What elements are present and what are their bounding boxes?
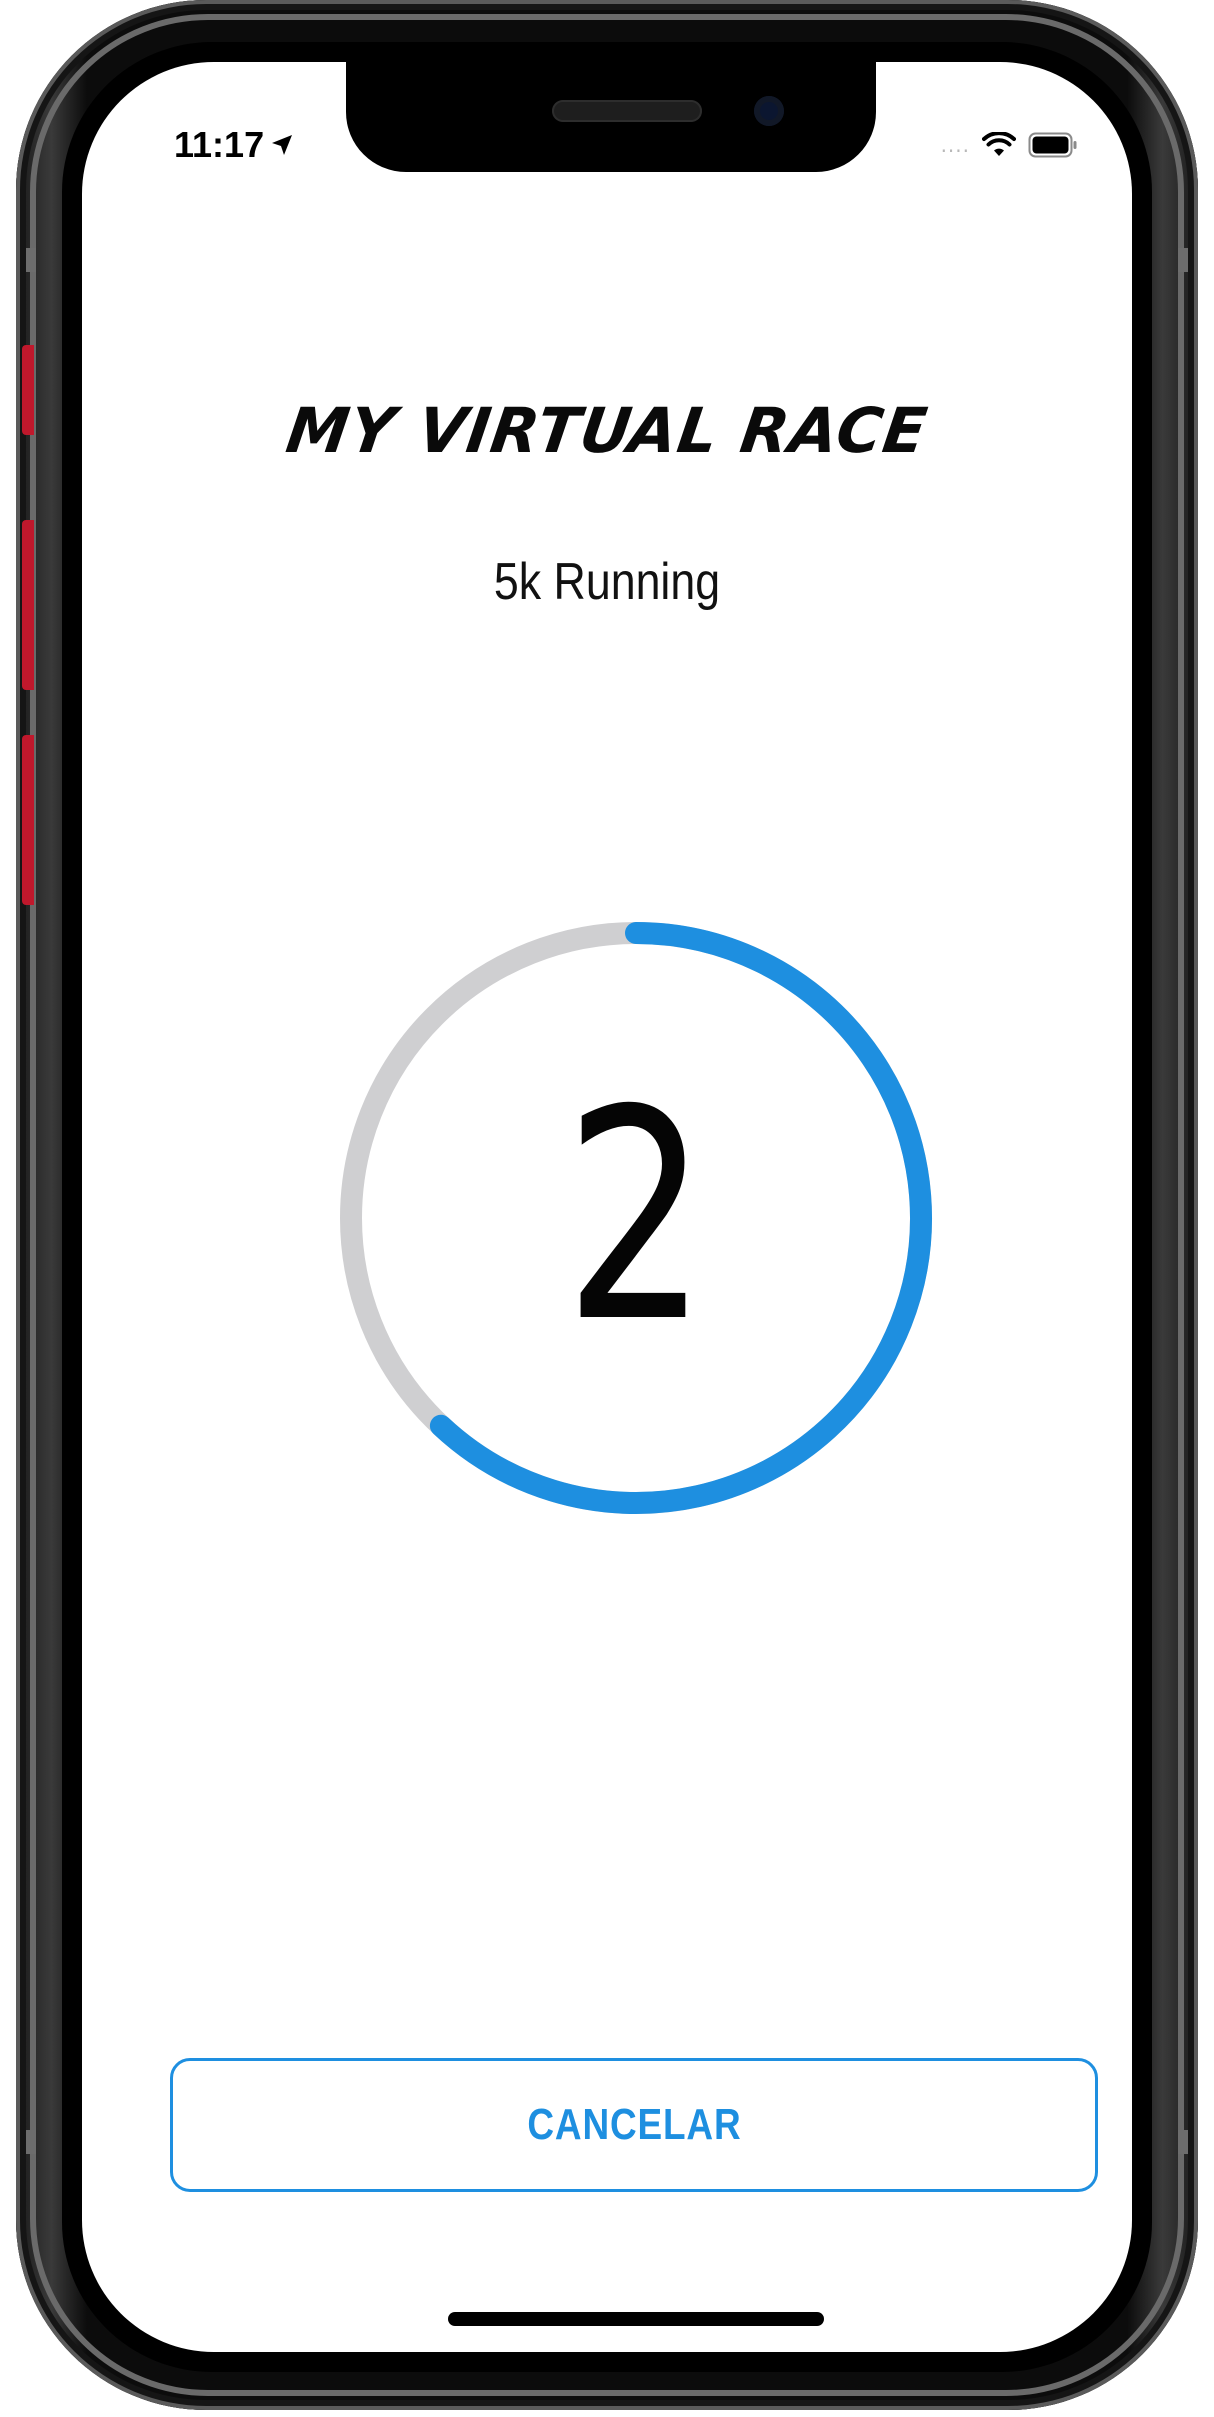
status-bar-time: 11:17 bbox=[174, 124, 294, 166]
home-indicator[interactable] bbox=[448, 2312, 824, 2326]
status-time-text: 11:17 bbox=[174, 124, 265, 165]
wifi-icon bbox=[982, 132, 1016, 156]
volume-up-button bbox=[22, 520, 34, 690]
cancel-button-label: CANCELAR bbox=[526, 2100, 742, 2149]
status-bar-indicators: .... bbox=[941, 132, 1078, 158]
location-arrow-icon bbox=[272, 135, 293, 155]
race-type-label: 5k Running bbox=[493, 553, 721, 611]
antenna-band bbox=[1178, 2130, 1188, 2154]
app-title: MY VIRTUAL RACE bbox=[281, 394, 933, 467]
signal-dots-icon: .... bbox=[940, 133, 970, 157]
notch bbox=[346, 62, 876, 172]
front-camera bbox=[754, 96, 784, 126]
device-mockup: 11:17 .... MY VIRTUAL RACE 5k Running 2 … bbox=[0, 0, 1214, 2417]
speaker-grille bbox=[552, 100, 702, 122]
mute-switch bbox=[22, 345, 34, 435]
battery-icon bbox=[1028, 132, 1077, 158]
volume-down-button bbox=[22, 735, 34, 905]
phone-frame: 11:17 .... MY VIRTUAL RACE 5k Running 2 … bbox=[16, 0, 1198, 2410]
antenna-band bbox=[26, 248, 36, 272]
antenna-band bbox=[26, 2130, 36, 2154]
app-screen: 11:17 .... MY VIRTUAL RACE 5k Running 2 … bbox=[82, 62, 1132, 2352]
countdown-number: 2 bbox=[564, 1049, 708, 1386]
antenna-band bbox=[1178, 248, 1188, 272]
cancel-button[interactable]: CANCELAR bbox=[170, 2058, 1098, 2192]
